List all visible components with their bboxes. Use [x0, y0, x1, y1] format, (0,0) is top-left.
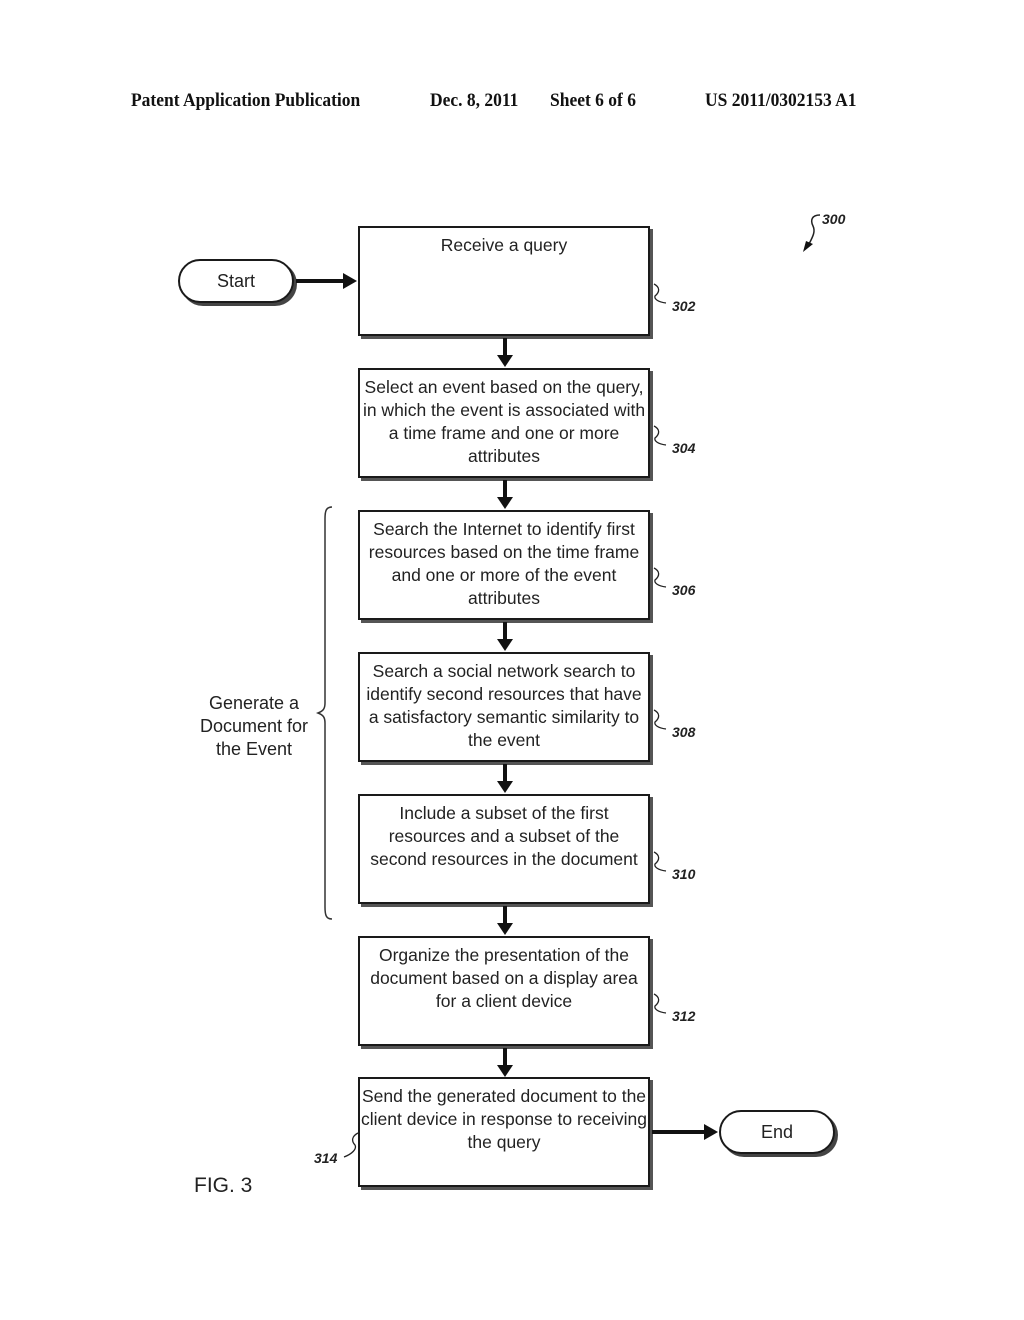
arrow-head-icon: [497, 639, 513, 651]
arrow-head-icon: [704, 1124, 718, 1140]
step-310-ref: 310: [672, 866, 696, 882]
ref-squiggle-icon: [653, 567, 667, 588]
end-connector: [652, 1130, 706, 1134]
step-308-box: Search a social network search to identi…: [358, 652, 650, 762]
arrow-head-icon: [343, 273, 357, 289]
arrow-head-icon: [497, 923, 513, 935]
ref-squiggle-icon: [653, 993, 667, 1014]
connector: [503, 622, 507, 640]
step-306-box: Search the Internet to identify first re…: [358, 510, 650, 620]
connector: [503, 906, 507, 924]
step-304-box: Select an event based on the query, in w…: [358, 368, 650, 478]
connector: [503, 480, 507, 498]
arrow-head-icon: [497, 355, 513, 367]
step-302-ref: 302: [672, 298, 696, 314]
end-terminator: End: [719, 1110, 835, 1154]
arrow-head-icon: [497, 1065, 513, 1077]
connector: [503, 338, 507, 356]
figure-caption: FIG. 3: [194, 1174, 253, 1197]
ref-squiggle-icon: [343, 1132, 359, 1158]
sheet-number: Sheet 6 of 6: [550, 90, 636, 111]
ref-squiggle-icon: [653, 709, 667, 730]
arrow-head-icon: [497, 497, 513, 509]
step-302-box: Receive a query: [358, 226, 650, 336]
connector: [503, 764, 507, 782]
publication-date: Dec. 8, 2011: [430, 90, 519, 111]
step-314-ref: 314: [314, 1150, 338, 1166]
ref-squiggle-icon: [653, 425, 667, 446]
ref-squiggle-icon: [653, 851, 667, 872]
patent-number: US 2011/0302153 A1: [705, 90, 857, 111]
publication-title: Patent Application Publication: [131, 90, 361, 111]
step-312-ref: 312: [672, 1008, 696, 1024]
step-308-ref: 308: [672, 724, 696, 740]
connector: [503, 1048, 507, 1066]
step-306-ref: 306: [672, 582, 696, 598]
group-brace-icon: [315, 506, 333, 920]
start-terminator: Start: [178, 259, 294, 303]
arrow-head-icon: [497, 781, 513, 793]
step-310-box: Include a subset of the first resources …: [358, 794, 650, 904]
group-label: Generate a Document for the Event: [199, 693, 309, 759]
ref-squiggle-icon: [653, 283, 667, 304]
step-304-ref: 304: [672, 440, 696, 456]
step-314-box: Send the generated document to the clien…: [358, 1077, 650, 1187]
start-connector: [296, 279, 344, 283]
figure-ref-arrow-icon: [803, 214, 821, 252]
step-312-box: Organize the presentation of the documen…: [358, 936, 650, 1046]
figure-ref-label: 300: [822, 211, 846, 227]
